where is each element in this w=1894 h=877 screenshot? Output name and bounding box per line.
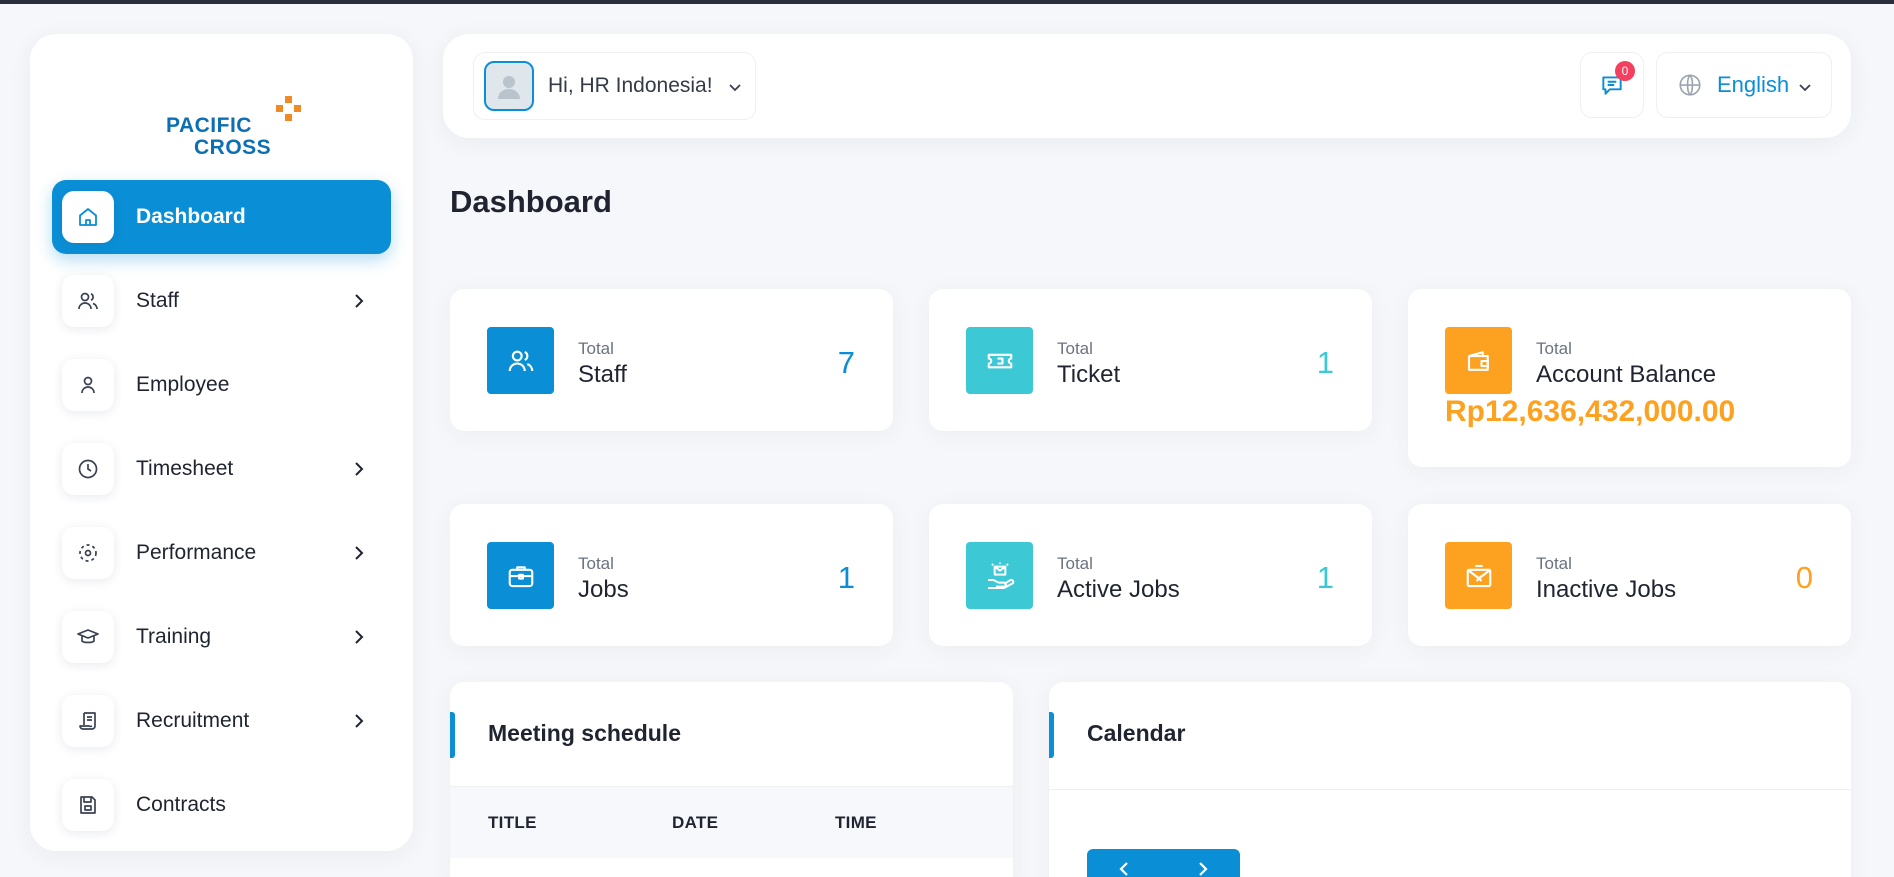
closed-envelope-icon	[1445, 542, 1512, 609]
stat-card-staff[interactable]: Total Staff 7	[450, 289, 893, 431]
stat-caption: Total	[578, 339, 614, 358]
globe-icon	[1679, 74, 1701, 96]
user-icon	[62, 359, 114, 411]
calendar-nav-buttons	[1087, 849, 1240, 877]
stat-value: 1	[1316, 345, 1334, 380]
language-label: English	[1717, 72, 1790, 97]
stat-value: 1	[837, 560, 855, 595]
table-header: TITLE DATE TIME	[450, 786, 1013, 858]
chevron-down-icon	[1799, 84, 1811, 92]
window-top-border	[0, 0, 1894, 4]
panel-divider	[1049, 789, 1851, 790]
chevron-right-icon	[355, 462, 364, 476]
logo-text-line1: PACIFIC	[166, 114, 252, 137]
sidebar-item-label: Employee	[136, 373, 230, 396]
user-greeting: Hi, HR Indonesia!	[548, 74, 713, 97]
user-avatar-icon	[498, 76, 520, 99]
sidebar-item-label: Dashboard	[136, 205, 246, 228]
column-header-time[interactable]: TIME	[835, 813, 877, 833]
top-header: Hi, HR Indonesia! 0 English	[443, 34, 1851, 138]
stat-label: Inactive Jobs	[1536, 576, 1677, 603]
sidebar-item-label: Timesheet	[136, 457, 234, 480]
stat-label: Ticket	[1057, 361, 1121, 388]
notification-count-badge: 0	[1615, 61, 1635, 81]
users-icon	[487, 327, 554, 394]
notifications-button[interactable]: 0	[1580, 52, 1644, 118]
sidebar-item-dashboard[interactable]: Dashboard	[52, 180, 391, 254]
chevron-right-icon	[355, 294, 364, 308]
save-icon	[62, 779, 114, 831]
stat-card-active-jobs[interactable]: Total Active Jobs 1	[929, 504, 1372, 646]
stat-card-ticket[interactable]: Total Ticket 1	[929, 289, 1372, 431]
stat-label: Staff	[578, 361, 627, 388]
panel-title: Meeting schedule	[488, 720, 681, 746]
sidebar-item-label: Training	[136, 625, 212, 648]
chevron-right-icon[interactable]	[1193, 860, 1211, 877]
sidebar-item-staff[interactable]: Staff	[52, 264, 391, 338]
meeting-schedule-panel: Meeting schedule TITLE DATE TIME	[450, 682, 1013, 877]
sidebar-item-performance[interactable]: Performance	[52, 516, 391, 590]
sidebar: PACIFIC CROSS Dashboard Staff Employee T…	[30, 34, 413, 851]
stat-label: Active Jobs	[1057, 576, 1180, 603]
sidebar-item-training[interactable]: Training	[52, 600, 391, 674]
home-icon	[62, 191, 114, 243]
sidebar-item-label: Recruitment	[136, 709, 250, 732]
calendar-panel: Calendar	[1049, 682, 1851, 877]
sidebar-item-employee[interactable]: Employee	[52, 348, 391, 422]
users-icon	[62, 275, 114, 327]
user-menu-button[interactable]: Hi, HR Indonesia!	[473, 52, 756, 120]
sidebar-item-contracts[interactable]: Contracts	[52, 768, 391, 842]
panel-accent-bar	[1049, 712, 1054, 758]
stat-label: Account Balance	[1536, 361, 1717, 388]
stat-label: Jobs	[578, 576, 629, 603]
stat-caption: Total	[578, 554, 614, 573]
clock-icon	[62, 443, 114, 495]
language-selector[interactable]: English	[1656, 52, 1832, 118]
chevron-down-icon	[729, 84, 741, 92]
pacific-cross-logo[interactable]: PACIFIC CROSS	[166, 64, 306, 159]
stat-caption: Total	[1536, 339, 1572, 358]
graduation-cap-icon	[62, 611, 114, 663]
chevron-left-icon[interactable]	[1116, 860, 1134, 877]
avatar	[484, 61, 534, 111]
logo-cross-icon	[276, 96, 301, 121]
stat-value: 7	[837, 345, 855, 380]
stat-card-jobs[interactable]: Total Jobs 1	[450, 504, 893, 646]
account-balance-value: Rp12,636,432,000.00	[1445, 395, 1736, 428]
ticket-icon	[966, 327, 1033, 394]
stat-caption: Total	[1536, 554, 1572, 573]
stat-caption: Total	[1057, 339, 1093, 358]
stat-card-inactive-jobs[interactable]: Total Inactive Jobs 0	[1408, 504, 1851, 646]
sidebar-item-timesheet[interactable]: Timesheet	[52, 432, 391, 506]
sidebar-item-label: Staff	[136, 289, 179, 312]
column-header-date[interactable]: DATE	[672, 813, 718, 833]
scroll-icon	[62, 695, 114, 747]
stat-card-account-balance[interactable]: Total Account Balance Rp12,636,432,000.0…	[1408, 289, 1851, 467]
panel-accent-bar	[450, 712, 455, 758]
sidebar-item-label: Performance	[136, 541, 257, 564]
wallet-icon	[1445, 327, 1512, 394]
page-title: Dashboard	[450, 184, 612, 219]
hand-envelope-icon	[966, 542, 1033, 609]
briefcase-icon	[487, 542, 554, 609]
logo-text-line2: CROSS	[194, 136, 272, 159]
chevron-right-icon	[355, 630, 364, 644]
sidebar-item-recruitment[interactable]: Recruitment	[52, 684, 391, 758]
chevron-right-icon	[355, 546, 364, 560]
sidebar-nav: Dashboard Staff Employee Timesheet Perfo…	[52, 180, 391, 851]
panel-title: Calendar	[1087, 720, 1186, 746]
stat-value: 0	[1795, 560, 1813, 595]
chevron-right-icon	[355, 714, 364, 728]
column-header-title[interactable]: TITLE	[488, 813, 537, 833]
target-icon	[62, 527, 114, 579]
stat-caption: Total	[1057, 554, 1093, 573]
stat-value: 1	[1316, 560, 1334, 595]
sidebar-item-label: Contracts	[136, 793, 226, 816]
